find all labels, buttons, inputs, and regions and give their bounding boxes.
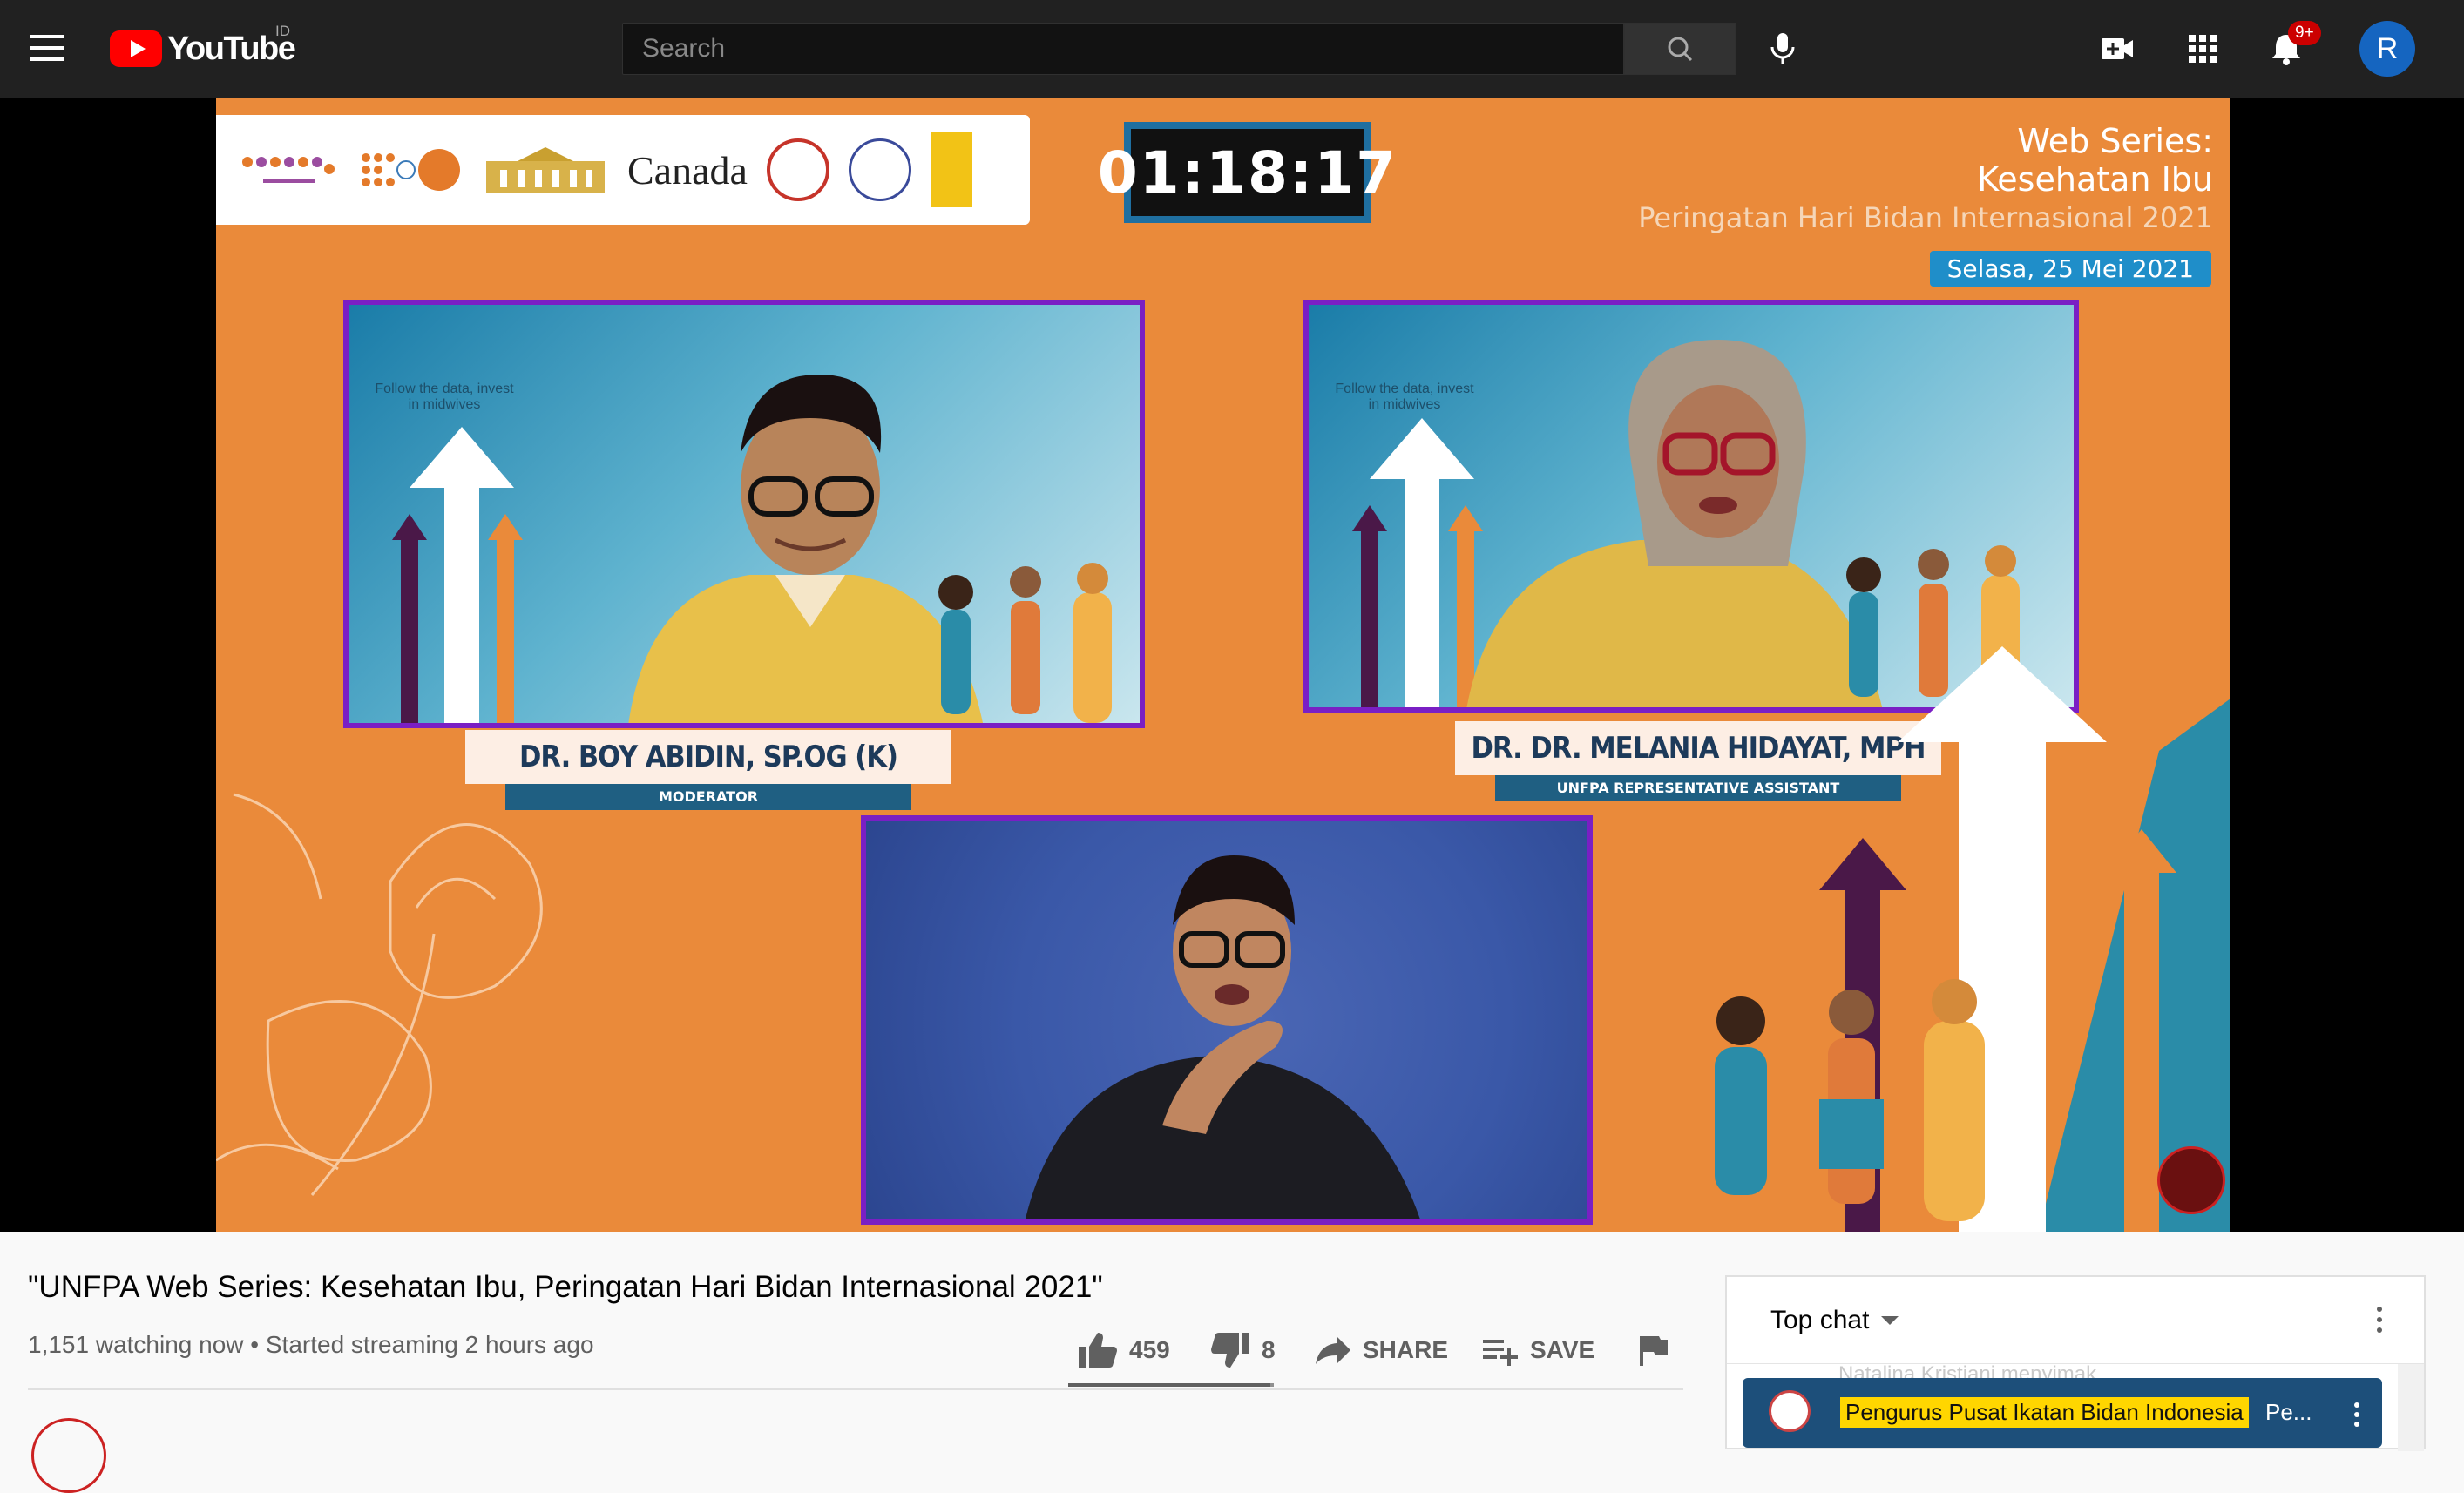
pinned-author-name: Pengurus Pusat Ikatan Bidan Indonesia	[1840, 1397, 2249, 1428]
dislike-count: 8	[1262, 1336, 1276, 1363]
apps-grid-icon	[2189, 35, 2217, 63]
dislike-button[interactable]: 8	[1209, 1324, 1276, 1376]
canada-logo: Canada	[627, 147, 748, 193]
account-avatar[interactable]: R	[2359, 21, 2415, 77]
interpreter-panel	[861, 815, 1593, 1225]
create-video-button[interactable]	[2095, 30, 2140, 68]
thumbs-down-icon	[1211, 1333, 1249, 1368]
video-player[interactable]: Canada 01:18:17 Web Series: Kesehatan Ib…	[0, 98, 2464, 1232]
chat-scrollbar[interactable]	[2398, 1364, 2424, 1451]
pinned-message-text: Pe...	[2265, 1399, 2312, 1425]
speaker1-role: MODERATOR	[505, 784, 911, 810]
voice-search-button[interactable]	[1757, 23, 1809, 75]
search-icon	[1668, 37, 1693, 62]
speaker-panel-moderator: Follow the data, invest in midwives	[343, 300, 1145, 728]
country-code: ID	[275, 23, 290, 39]
channel-avatar[interactable]	[31, 1418, 106, 1493]
channel-watermark-logo[interactable]	[2157, 1146, 2225, 1214]
thumbs-up-icon	[1079, 1333, 1117, 1368]
unfpa-logo	[362, 149, 460, 191]
chat-more-options-icon[interactable]	[2377, 1307, 2384, 1334]
youtube-logo[interactable]: YouTube	[110, 30, 296, 68]
midwives-illustration	[938, 563, 1112, 723]
video-camera-add-icon	[2102, 38, 2133, 59]
speaker1-nameplate: DR. BOY ABIDIN, SP.OG (K)	[465, 730, 951, 784]
like-button[interactable]: 459	[1077, 1324, 1170, 1376]
hamburger-menu-icon[interactable]	[30, 35, 64, 63]
series-date: Selasa, 25 Mei 2021	[1929, 251, 2211, 287]
series-title-line3: Peringatan Hari Bidan Internasional 2021	[1638, 201, 2213, 234]
save-button[interactable]: SAVE	[1481, 1324, 1594, 1376]
masthead: YouTube ID Search 9+ R	[0, 0, 2464, 98]
like-count: 459	[1129, 1336, 1170, 1363]
search-box	[622, 23, 1624, 75]
video-title: "UNFPA Web Series: Kesehatan Ibu, Pering…	[28, 1270, 1103, 1304]
series-title: Web Series: Kesehatan Ibu Peringatan Har…	[1638, 122, 2213, 237]
interpreter-video	[1025, 855, 1420, 1219]
playlist-add-icon	[1483, 1340, 1518, 1366]
panel-caption: Follow the data, invest in midwives	[375, 382, 514, 412]
ikatan-bidan-logo	[766, 138, 829, 201]
search-input[interactable]	[623, 24, 1623, 74]
series-title-line2: Kesehatan Ibu	[1977, 160, 2213, 199]
section-divider	[28, 1388, 1683, 1390]
sentiment-bar	[1068, 1383, 1274, 1387]
kantor-staf-presiden-logo	[486, 147, 605, 193]
sentiment-bar-likes	[1068, 1383, 1270, 1387]
pinned-author-avatar	[1769, 1390, 1811, 1432]
video-frame[interactable]: Canada 01:18:17 Web Series: Kesehatan Ib…	[216, 98, 2230, 1232]
university-logo	[930, 132, 972, 207]
share-label: SHARE	[1363, 1336, 1449, 1363]
white-arrow-icon	[392, 427, 523, 723]
flag-icon	[1640, 1336, 1668, 1366]
stream-timer: 01:18:17	[1098, 122, 1396, 223]
live-chat: Top chat Natalina Kristiani menyimak Pen…	[1725, 1275, 2426, 1451]
microphone-icon	[1770, 33, 1795, 64]
notification-count-badge: 9+	[2288, 21, 2321, 45]
pinned-more-options-icon[interactable]	[2354, 1402, 2359, 1431]
video-actions: 459 8 SHARE SAVE	[0, 1324, 1690, 1376]
apps-button[interactable]	[2182, 30, 2224, 68]
save-label: SAVE	[1530, 1336, 1595, 1363]
series-title-line1: Web Series:	[2017, 122, 2213, 160]
association-seal-logo	[848, 138, 911, 201]
pinned-chat-message[interactable]: Pengurus Pusat Ikatan Bidan Indonesia Pe…	[1743, 1378, 2382, 1448]
share-arrow-icon	[1316, 1336, 1350, 1364]
youtube-play-icon	[110, 30, 162, 67]
sponsor-logos-banner: Canada	[216, 115, 1030, 225]
chat-header: Top chat	[1727, 1277, 2424, 1364]
knowledge-hub-logo	[237, 143, 340, 198]
report-button[interactable]	[1635, 1324, 1669, 1376]
share-button[interactable]: SHARE	[1314, 1324, 1448, 1376]
chevron-down-icon[interactable]	[1881, 1315, 1899, 1325]
search-button[interactable]	[1624, 23, 1736, 75]
chat-mode-label[interactable]: Top chat	[1770, 1306, 1869, 1335]
midwives-illustration	[1715, 979, 1985, 1221]
